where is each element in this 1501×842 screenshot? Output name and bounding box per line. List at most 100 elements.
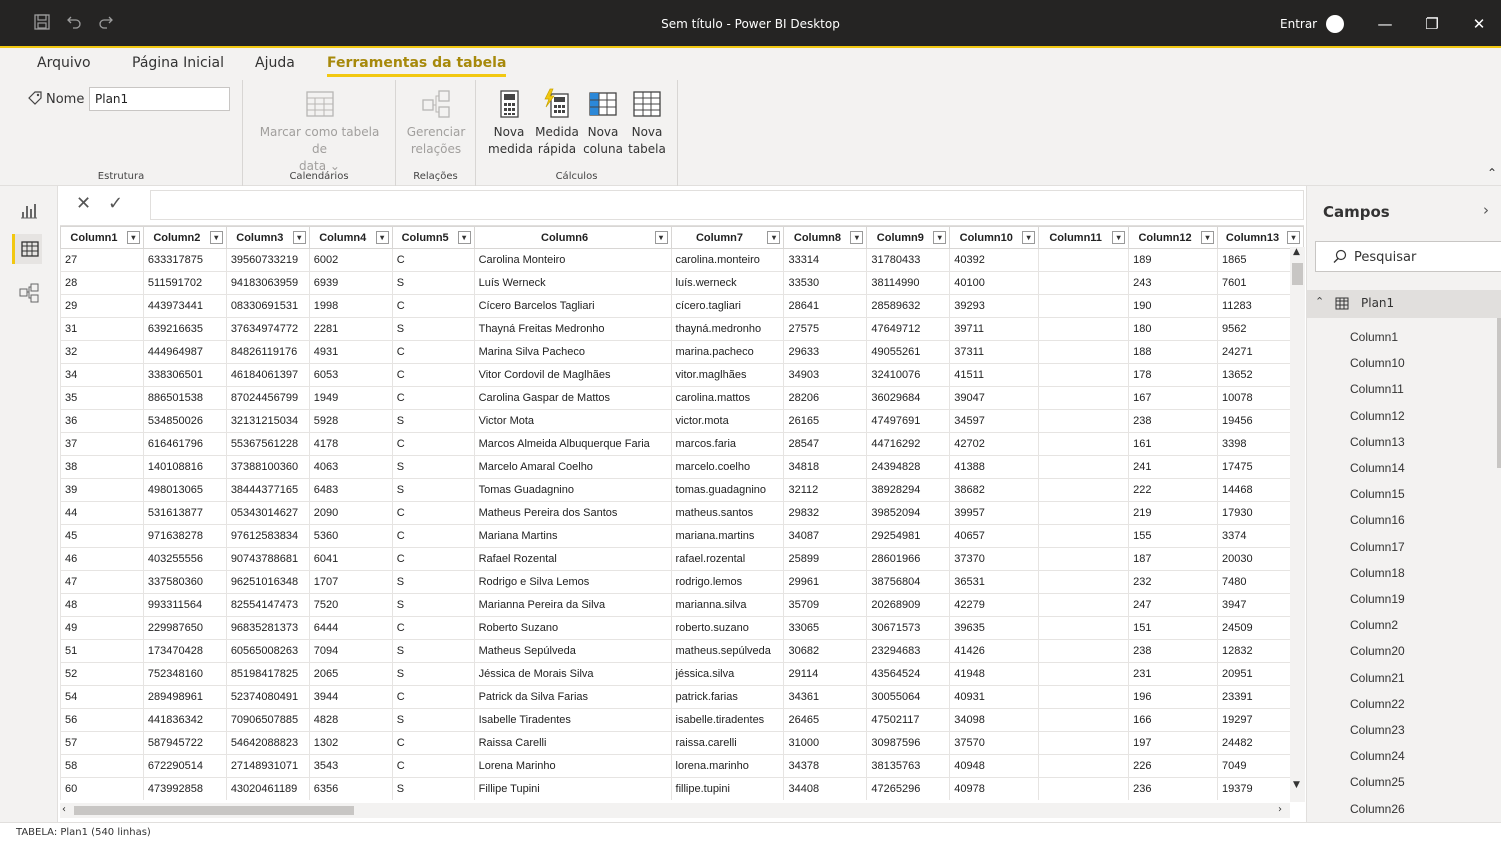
minimize-button[interactable]: — bbox=[1371, 12, 1399, 36]
table-cell[interactable]: 35 bbox=[60, 386, 144, 410]
mark-date-table-button[interactable]: Marcar como tabela de data ⌄ bbox=[251, 88, 388, 175]
table-cell[interactable]: matheus.santos bbox=[670, 501, 785, 525]
table-cell[interactable]: Raissa Carelli bbox=[473, 731, 672, 755]
table-cell[interactable]: 52 bbox=[60, 662, 144, 686]
table-cell[interactable]: lorena.marinho bbox=[670, 754, 785, 778]
table-cell[interactable]: Marcos Almeida Albuquerque Faria bbox=[473, 432, 672, 456]
column-header[interactable]: Column3 ▾ bbox=[225, 226, 310, 249]
table-cell[interactable]: 444964987 bbox=[142, 340, 227, 364]
table-cell[interactable]: 48 bbox=[60, 593, 144, 617]
table-cell[interactable]: vitor.maglhães bbox=[670, 363, 785, 387]
table-cell[interactable]: 43020461189 bbox=[225, 777, 310, 800]
table-cell[interactable]: 534850026 bbox=[142, 409, 227, 433]
table-cell[interactable]: C bbox=[391, 685, 475, 709]
fields-search-input[interactable]: Pesquisar bbox=[1315, 241, 1501, 272]
table-cell[interactable]: 2065 bbox=[308, 662, 393, 686]
table-cell[interactable]: 161 bbox=[1128, 432, 1218, 456]
table-cell[interactable]: S bbox=[391, 708, 475, 732]
table-cell[interactable]: 6041 bbox=[308, 547, 393, 571]
column-header[interactable]: Column9 ▾ bbox=[866, 226, 951, 249]
cancel-formula-button[interactable]: ✕ bbox=[76, 193, 91, 214]
table-cell[interactable] bbox=[1038, 639, 1130, 663]
table-cell[interactable]: 28547 bbox=[783, 432, 868, 456]
table-cell[interactable]: 37370 bbox=[949, 547, 1040, 571]
table-cell[interactable]: 3543 bbox=[308, 754, 393, 778]
table-cell[interactable]: 90743788681 bbox=[225, 547, 310, 571]
table-cell[interactable]: 45 bbox=[60, 524, 144, 548]
field-item[interactable]: Column19 bbox=[1350, 592, 1405, 606]
table-cell[interactable]: 27 bbox=[60, 248, 144, 272]
column-header[interactable]: Column2 ▾ bbox=[142, 226, 227, 249]
table-cell[interactable]: 140108816 bbox=[142, 455, 227, 479]
table-cell[interactable]: thayná.medronho bbox=[670, 317, 785, 341]
table-cell[interactable]: 54642088823 bbox=[225, 731, 310, 755]
table-cell[interactable]: S bbox=[391, 593, 475, 617]
scroll-up-icon[interactable]: ▲ bbox=[1293, 247, 1300, 257]
table-cell[interactable]: 32410076 bbox=[866, 363, 951, 387]
table-cell[interactable]: 27575 bbox=[783, 317, 868, 341]
field-item[interactable]: Column15 bbox=[1350, 487, 1405, 501]
table-cell[interactable]: 55367561228 bbox=[225, 432, 310, 456]
column-header[interactable]: Column6 ▾ bbox=[473, 226, 672, 249]
table-cell[interactable]: C bbox=[391, 432, 475, 456]
table-cell[interactable]: 87024456799 bbox=[225, 386, 310, 410]
table-cell[interactable]: victor.mota bbox=[670, 409, 785, 433]
table-cell[interactable]: 196 bbox=[1128, 685, 1218, 709]
table-cell[interactable]: 231 bbox=[1128, 662, 1218, 686]
table-cell[interactable]: S bbox=[391, 570, 475, 594]
filter-dropdown-icon[interactable]: ▾ bbox=[1022, 231, 1036, 244]
table-cell[interactable]: 6444 bbox=[308, 616, 393, 640]
table-cell[interactable]: carolina.mattos bbox=[670, 386, 785, 410]
column-header[interactable]: Column13 ▾ bbox=[1217, 226, 1304, 249]
table-cell[interactable]: C bbox=[391, 754, 475, 778]
table-cell[interactable]: 188 bbox=[1128, 340, 1218, 364]
table-cell[interactable]: 672290514 bbox=[142, 754, 227, 778]
table-cell[interactable]: S bbox=[391, 662, 475, 686]
table-cell[interactable]: 37311 bbox=[949, 340, 1040, 364]
column-header[interactable]: Column8 ▾ bbox=[783, 226, 868, 249]
table-cell[interactable]: 616461796 bbox=[142, 432, 227, 456]
table-cell[interactable]: 886501538 bbox=[142, 386, 227, 410]
tab-arquivo[interactable]: Arquivo bbox=[37, 55, 91, 71]
table-cell[interactable]: 6483 bbox=[308, 478, 393, 502]
horizontal-scrollbar[interactable]: ‹ › bbox=[60, 803, 1290, 818]
table-cell[interactable]: 20268909 bbox=[866, 593, 951, 617]
tab-pagina-inicial[interactable]: Página Inicial bbox=[132, 55, 224, 71]
table-cell[interactable]: 44716292 bbox=[866, 432, 951, 456]
table-cell[interactable]: Roberto Suzano bbox=[473, 616, 672, 640]
field-item[interactable]: Column24 bbox=[1350, 749, 1405, 763]
table-cell[interactable]: 82554147473 bbox=[225, 593, 310, 617]
table-cell[interactable]: 40100 bbox=[949, 271, 1040, 295]
table-cell[interactable]: 34087 bbox=[783, 524, 868, 548]
table-cell[interactable]: 187 bbox=[1128, 547, 1218, 571]
table-cell[interactable]: 33065 bbox=[783, 616, 868, 640]
table-cell[interactable] bbox=[1038, 708, 1130, 732]
table-cell[interactable] bbox=[1038, 363, 1130, 387]
table-cell[interactable]: cícero.tagliari bbox=[670, 294, 785, 318]
table-cell[interactable]: S bbox=[391, 777, 475, 800]
table-cell[interactable]: 39560733219 bbox=[225, 248, 310, 272]
tab-ferramentas-da-tabela[interactable]: Ferramentas da tabela bbox=[327, 55, 507, 77]
table-cell[interactable]: 6002 bbox=[308, 248, 393, 272]
table-cell[interactable]: 38444377165 bbox=[225, 478, 310, 502]
scroll-right-icon[interactable]: › bbox=[1278, 804, 1282, 815]
table-cell[interactable]: C bbox=[391, 501, 475, 525]
table-cell[interactable]: 241 bbox=[1128, 455, 1218, 479]
table-cell[interactable]: Carolina Monteiro bbox=[473, 248, 672, 272]
table-cell[interactable]: rodrigo.lemos bbox=[670, 570, 785, 594]
table-cell[interactable]: 97612583834 bbox=[225, 524, 310, 548]
table-cell[interactable]: 94183063959 bbox=[225, 271, 310, 295]
table-cell[interactable]: 28601966 bbox=[866, 547, 951, 571]
table-cell[interactable]: 7520 bbox=[308, 593, 393, 617]
filter-dropdown-icon[interactable]: ▾ bbox=[209, 231, 223, 244]
table-cell[interactable]: C bbox=[391, 340, 475, 364]
table-cell[interactable] bbox=[1038, 616, 1130, 640]
table-cell[interactable] bbox=[1038, 501, 1130, 525]
table-cell[interactable]: 60 bbox=[60, 777, 144, 800]
table-cell[interactable]: 247 bbox=[1128, 593, 1218, 617]
table-cell[interactable]: Isabelle Tiradentes bbox=[473, 708, 672, 732]
table-cell[interactable]: 36531 bbox=[949, 570, 1040, 594]
table-cell[interactable] bbox=[1038, 754, 1130, 778]
table-cell[interactable]: jéssica.silva bbox=[670, 662, 785, 686]
table-cell[interactable]: S bbox=[391, 317, 475, 341]
